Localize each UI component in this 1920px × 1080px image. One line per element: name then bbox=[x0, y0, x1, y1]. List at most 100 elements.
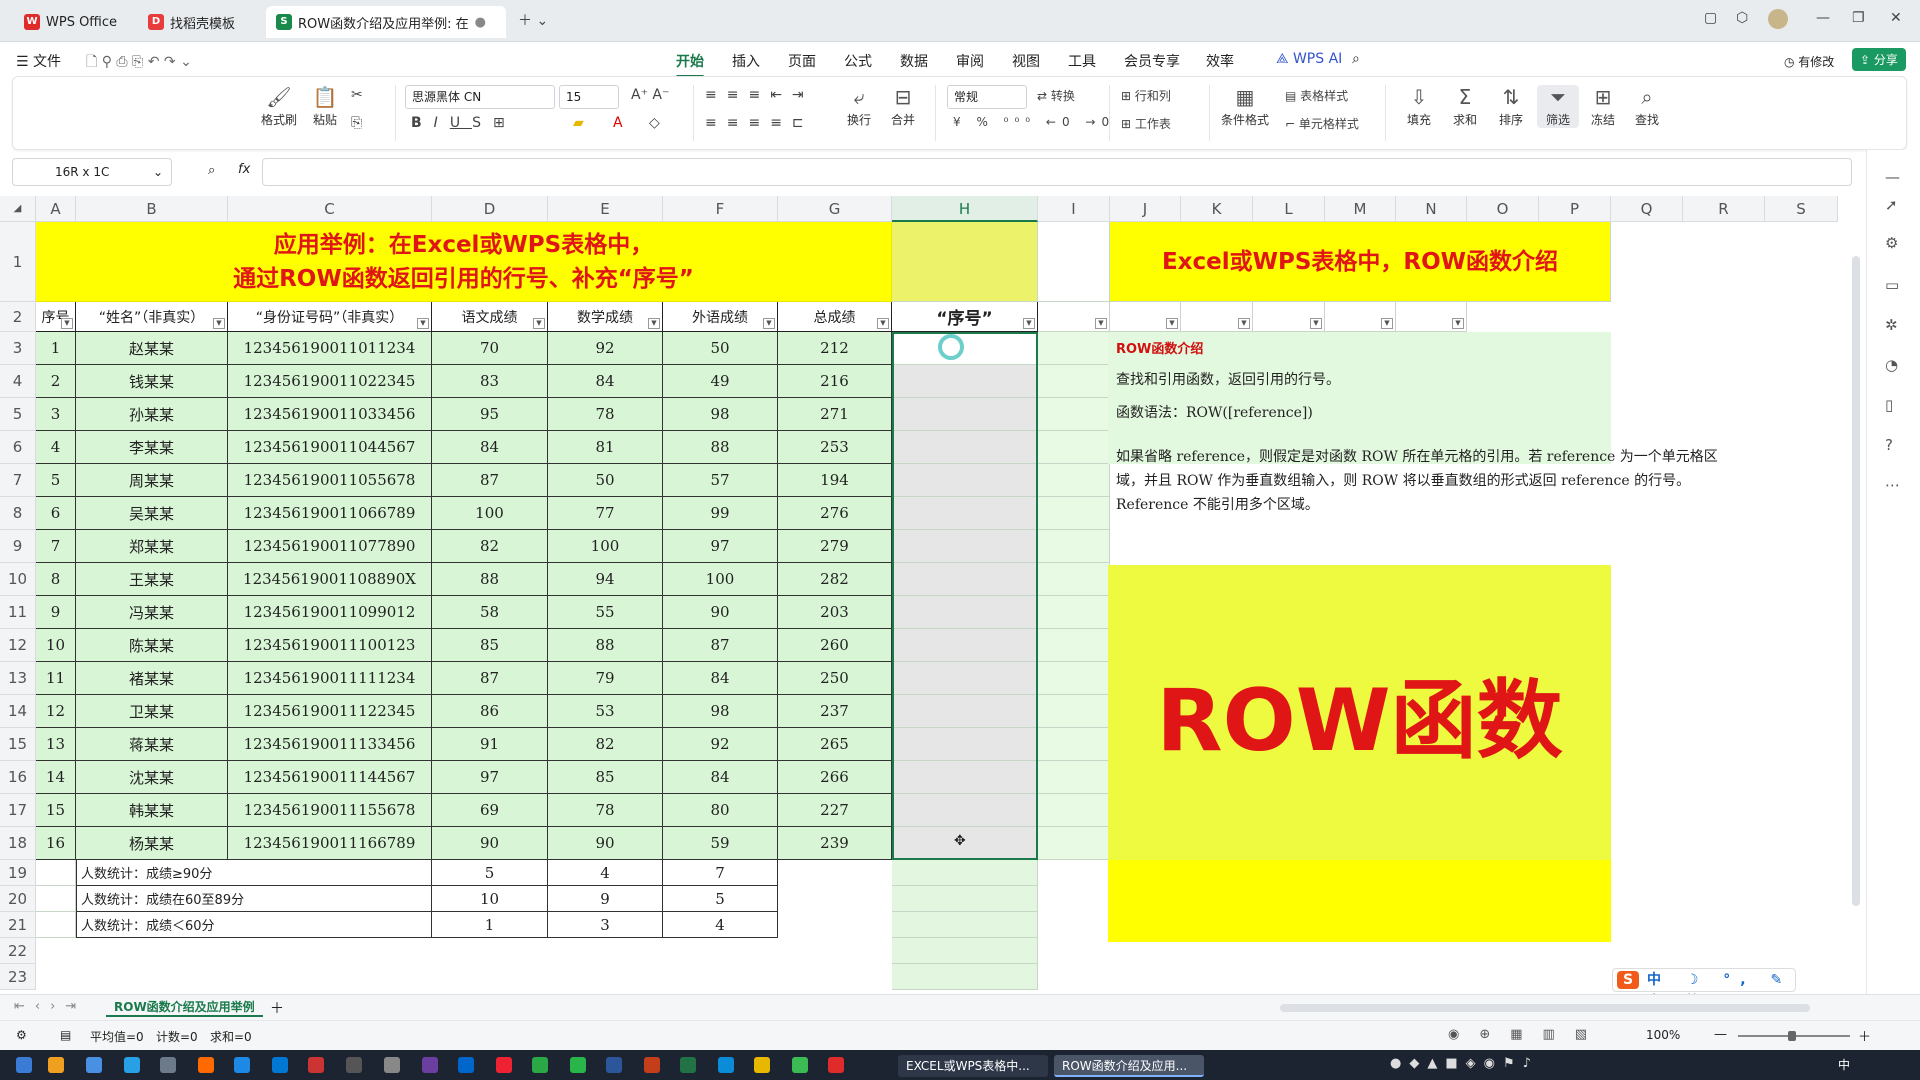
row-header-23[interactable]: 23 bbox=[0, 964, 36, 990]
number-format-select[interactable]: 常规 bbox=[947, 85, 1027, 109]
worksheet-button[interactable]: ⊞ 工作表 bbox=[1121, 115, 1171, 132]
app-icon[interactable] bbox=[272, 1057, 288, 1073]
data-cell[interactable]: 123456190011100123 bbox=[228, 629, 432, 662]
close-icon[interactable]: ✕ bbox=[1890, 10, 1902, 26]
data-cell[interactable]: 87 bbox=[432, 464, 548, 497]
table-header-5[interactable]: 外语成绩 ▼ bbox=[663, 302, 778, 332]
data-cell[interactable]: 褚某某 bbox=[76, 662, 228, 695]
filter-dropdown-icon[interactable]: ▼ bbox=[1381, 318, 1393, 329]
data-cell[interactable]: 57 bbox=[663, 464, 778, 497]
row-header-10[interactable]: 10 bbox=[0, 563, 36, 596]
fx-icon[interactable]: fx bbox=[238, 162, 250, 177]
wps-ai-button[interactable]: ⟁ WPS AI bbox=[1276, 51, 1342, 67]
menu-efficiency[interactable]: 效率 bbox=[1206, 51, 1234, 71]
data-cell[interactable]: 88 bbox=[663, 431, 778, 464]
view-mode-icons[interactable]: ◉⊕▦▥▧ bbox=[1448, 1027, 1607, 1042]
app-icon[interactable] bbox=[346, 1057, 362, 1073]
data-cell[interactable]: 123456190011022345 bbox=[228, 365, 432, 398]
column-header-d[interactable]: D bbox=[432, 196, 548, 222]
data-cell[interactable]: 97 bbox=[432, 761, 548, 794]
filter-dropdown-icon[interactable]: ▼ bbox=[61, 318, 73, 329]
restore-tabs-icon[interactable]: ▢ bbox=[1704, 10, 1717, 26]
data-cell[interactable]: 123456190011133456 bbox=[228, 728, 432, 761]
filter-dropdown-icon[interactable]: ▼ bbox=[1023, 318, 1035, 329]
column-i-cell[interactable] bbox=[1038, 662, 1110, 695]
horizontal-scrollbar[interactable] bbox=[1280, 1004, 1810, 1012]
data-cell[interactable]: 123456190011077890 bbox=[228, 530, 432, 563]
data-cell[interactable]: 50 bbox=[663, 332, 778, 365]
data-cell[interactable]: 12345619001108890X bbox=[228, 563, 432, 596]
taskbar-window-1[interactable]: EXCEL或WPS表格中... bbox=[898, 1055, 1048, 1077]
data-cell[interactable]: 260 bbox=[778, 629, 892, 662]
vertical-scrollbar[interactable] bbox=[1852, 256, 1860, 906]
freeze-button[interactable]: ⊞ 冻结 bbox=[1583, 85, 1623, 128]
table-header-6[interactable]: 总成绩 ▼ bbox=[778, 302, 892, 332]
data-cell[interactable]: 13 bbox=[36, 728, 76, 761]
row-col-button[interactable]: ⊞ 行和列 bbox=[1121, 87, 1171, 104]
data-cell[interactable]: 周某某 bbox=[76, 464, 228, 497]
row-header-2[interactable]: 2 bbox=[0, 302, 36, 332]
filter-dropdown-icon[interactable]: ▼ bbox=[1310, 318, 1322, 329]
filter-button[interactable]: ⏷ 筛选 bbox=[1537, 85, 1579, 128]
data-cell[interactable]: 赵某某 bbox=[76, 332, 228, 365]
column-header-n[interactable]: N bbox=[1396, 196, 1467, 222]
data-cell[interactable]: 194 bbox=[778, 464, 892, 497]
data-cell[interactable]: 253 bbox=[778, 431, 892, 464]
data-cell[interactable]: 212 bbox=[778, 332, 892, 365]
merge-button[interactable]: ⊟ 合并 bbox=[881, 85, 925, 128]
align-top-icons[interactable]: ≡≡≡⇤⇥ bbox=[705, 87, 814, 103]
data-cell[interactable]: 83 bbox=[432, 365, 548, 398]
copy-icon[interactable]: ⎘ bbox=[351, 115, 362, 131]
column-i-cell[interactable] bbox=[1038, 530, 1110, 563]
data-cell[interactable]: 12 bbox=[36, 695, 76, 728]
row-header-5[interactable]: 5 bbox=[0, 398, 36, 431]
wrap-text-button[interactable]: ⤶ 换行 bbox=[839, 85, 879, 128]
data-cell[interactable]: 1 bbox=[36, 332, 76, 365]
column-header-f[interactable]: F bbox=[663, 196, 778, 222]
menu-insert[interactable]: 插入 bbox=[732, 51, 760, 71]
app-icon[interactable] bbox=[198, 1057, 214, 1073]
header-empty-cell[interactable]: ▼ bbox=[1396, 302, 1467, 332]
font-size-select[interactable]: 15 bbox=[559, 85, 619, 109]
row-header-6[interactable]: 6 bbox=[0, 431, 36, 464]
app-icon[interactable] bbox=[792, 1057, 808, 1073]
data-cell[interactable]: 2 bbox=[36, 365, 76, 398]
name-box[interactable]: 16R x 1C ⌄ bbox=[12, 158, 172, 186]
font-family-select[interactable]: 思源黑体 CN bbox=[405, 85, 555, 109]
app-icon[interactable] bbox=[422, 1057, 438, 1073]
seq-input-cell[interactable] bbox=[892, 662, 1038, 695]
data-cell[interactable]: 123456190011144567 bbox=[228, 761, 432, 794]
font-color-icon[interactable]: A bbox=[613, 115, 623, 131]
column-header-p[interactable]: P bbox=[1539, 196, 1611, 222]
zoom-formula-icon[interactable]: ⌕ bbox=[208, 163, 215, 178]
column-h-cell[interactable] bbox=[892, 886, 1038, 912]
data-cell[interactable]: 216 bbox=[778, 365, 892, 398]
data-cell[interactable]: 85 bbox=[548, 761, 663, 794]
seq-input-cell[interactable] bbox=[892, 398, 1038, 431]
font-grow-icon[interactable]: A⁺ A⁻ bbox=[631, 87, 669, 103]
data-cell[interactable]: 59 bbox=[663, 827, 778, 860]
row-header-20[interactable]: 20 bbox=[0, 886, 36, 912]
data-cell[interactable]: 6 bbox=[36, 497, 76, 530]
column-header-g[interactable]: G bbox=[778, 196, 892, 222]
zoom-in-icon[interactable]: ＋ bbox=[1858, 1026, 1871, 1045]
seq-input-cell[interactable] bbox=[892, 728, 1038, 761]
add-sheet-icon[interactable]: ＋ bbox=[270, 998, 284, 1018]
column-header-b[interactable]: B bbox=[76, 196, 228, 222]
stats-value-cell[interactable]: 5 bbox=[432, 860, 548, 886]
data-cell[interactable]: 84 bbox=[432, 431, 548, 464]
row-header-11[interactable]: 11 bbox=[0, 596, 36, 629]
data-cell[interactable]: 冯某某 bbox=[76, 596, 228, 629]
sort-button[interactable]: ⇅ 排序 bbox=[1491, 85, 1531, 128]
header-empty-cell[interactable]: ▼ bbox=[1181, 302, 1253, 332]
column-i-cell[interactable] bbox=[1038, 629, 1110, 662]
title-h-cell[interactable] bbox=[892, 222, 1038, 302]
fill-color-icon[interactable]: ▰ bbox=[573, 115, 584, 131]
row-header-12[interactable]: 12 bbox=[0, 629, 36, 662]
column-i-cell[interactable] bbox=[1038, 728, 1110, 761]
data-cell[interactable]: 86 bbox=[432, 695, 548, 728]
data-cell[interactable]: 80 bbox=[663, 794, 778, 827]
menu-member[interactable]: 会员专享 bbox=[1124, 51, 1180, 71]
row-header-3[interactable]: 3 bbox=[0, 332, 36, 365]
column-header-c[interactable]: C bbox=[228, 196, 432, 222]
